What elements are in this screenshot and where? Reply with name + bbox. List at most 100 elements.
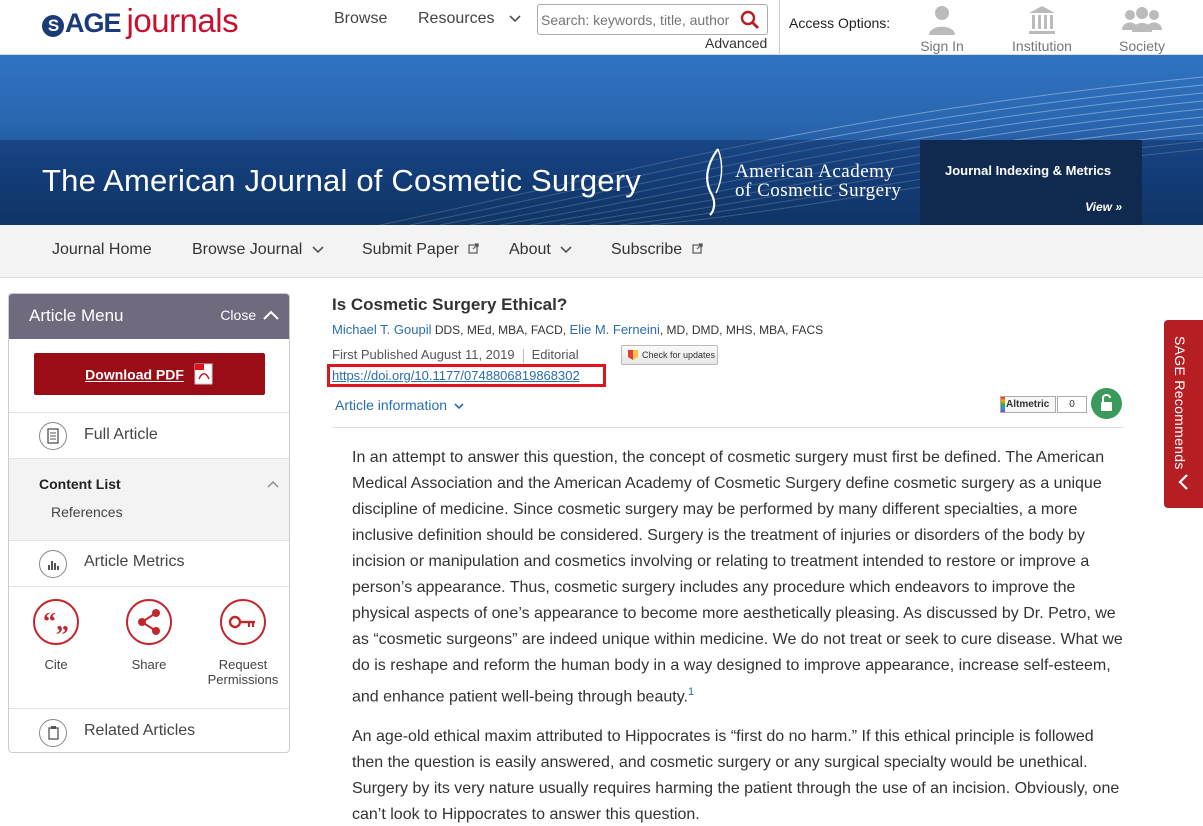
crossmark-icon [628,350,638,360]
journal-banner: The American Journal of Cosmetic Surgery… [0,55,1203,225]
institution-button[interactable]: Institution [1007,4,1077,54]
menu-article-metrics[interactable]: Article Metrics [9,540,289,586]
article-body: In an attempt to answer this question, t… [352,445,1124,826]
chevron-down-icon [509,10,521,28]
share-icon [126,599,172,645]
altmetric-badge[interactable]: Altmetric [1000,396,1056,413]
download-pdf-button[interactable]: Download PDF [34,353,265,395]
aacs-flame-icon [706,148,723,216]
nav-submit-paper-label: Submit Paper [362,241,459,259]
chevron-left-icon [1176,473,1190,496]
article-actions: “„ Cite Share Request Permissions [9,586,289,708]
request-permissions-line1: Request [218,657,268,672]
journal-title[interactable]: The American Journal of Cosmetic Surgery [42,163,641,199]
access-options-label: Access Options: [789,15,891,31]
request-permissions-label: Request Permissions [198,657,288,687]
nav-resources[interactable]: Resources [418,10,521,28]
sage-recommends-tab[interactable]: SAGE Recommends [1164,320,1203,508]
sign-in-label: Sign In [920,38,964,54]
institution-icon [1029,6,1055,34]
divider [522,348,524,363]
aacs-logo-line2: of Cosmetic Surgery [735,180,902,201]
nav-browse-journal[interactable]: Browse Journal [192,241,324,259]
search-icon[interactable] [740,10,760,30]
menu-full-article[interactable]: Full Article [9,412,289,458]
sage-s-mark: S [42,15,64,37]
user-icon [929,6,955,35]
sign-in-button[interactable]: Sign In [914,4,970,54]
open-access-icon [1091,388,1122,419]
chevron-down-icon [312,241,324,259]
article-title: Is Cosmetic Surgery Ethical? [332,295,568,314]
quote-icon: “„ [33,599,79,645]
sage-journals-logo[interactable]: S AGE journals [42,2,239,42]
request-permissions-line2: Permissions [207,672,279,687]
check-for-updates-button[interactable]: Check for updates [621,345,718,365]
article-information-label: Article information [335,397,448,413]
nav-submit-paper[interactable]: Submit Paper [362,241,479,259]
check-for-updates-label: Check for updates [642,350,716,360]
content-list: Content List References [9,458,289,540]
search-input[interactable] [538,5,733,34]
author-link[interactable]: Elie M. Ferneini [570,322,660,337]
article-menu-title: Article Menu [29,306,124,325]
sage-logo-text: S AGE [42,8,122,39]
publication-info: First Published August 11, 2019 Editorial [332,347,579,363]
search-box [537,4,768,35]
cite-button[interactable]: “„ Cite [11,599,101,672]
related-articles-icon [39,719,67,747]
nav-subscribe[interactable]: Subscribe [611,241,703,259]
document-icon [39,422,67,450]
chevron-up-icon [263,310,279,320]
author-credentials: , MD, DMD, MHS, MBA, FACS [659,323,824,337]
content-list-title[interactable]: Content List [39,476,121,492]
article-paragraph: An age-old ethical maxim attributed to H… [352,728,1120,824]
first-published-date: First Published August 11, 2019 [332,347,515,362]
sage-brand-label: AGE [65,8,122,38]
share-label: Share [131,657,167,672]
nav-journal-home[interactable]: Journal Home [52,241,152,259]
advanced-search-link[interactable]: Advanced [705,35,767,51]
journals-logo-text: journals [126,2,239,39]
nav-resources-label: Resources [418,10,495,27]
menu-related-articles[interactable]: Related Articles [9,708,289,752]
top-bar: SAGE journals Browse Resources Advanced … [0,0,1203,55]
key-icon [220,599,266,645]
institution-label: Institution [1012,38,1072,54]
article-information-toggle[interactable]: Article information [335,397,464,413]
nav-browse[interactable]: Browse [334,10,387,28]
sage-recommends-label: SAGE Recommends [1172,336,1188,470]
article-metrics-label: Article Metrics [84,553,185,570]
reference-link[interactable]: 1 [688,686,694,698]
external-link-icon [468,241,479,259]
society-button[interactable]: Society [1112,4,1172,54]
request-permissions-button[interactable]: Request Permissions [198,599,288,687]
society-icon [1122,7,1162,32]
svg-text:“„: “„ [43,607,69,636]
bar-chart-icon [39,550,67,578]
chevron-up-icon[interactable] [267,475,279,493]
cite-label: Cite [44,657,68,672]
download-pdf-label: Download PDF [85,366,184,383]
article-paragraph-text: In an attempt to answer this question, t… [352,449,1123,706]
altmetric-label: Altmetric [1006,399,1050,410]
metrics-view-link[interactable]: View » [1085,200,1122,214]
author-link[interactable]: Michael T. Goupil [332,322,431,337]
share-button[interactable]: Share [104,599,194,672]
article-paragraph: In an attempt to answer this question, t… [352,445,1124,710]
nav-about[interactable]: About [509,241,572,259]
author-credentials: DDS, MEd, MBA, FACD, [434,323,567,337]
article-menu-header: Article Menu Close [9,294,289,339]
article-type: Editorial [531,347,579,362]
metrics-title: Journal Indexing & Metrics [945,163,1112,178]
altmetric-donut-icon [1001,397,1005,412]
related-articles-label: Related Articles [84,722,196,739]
content-list-references-link[interactable]: References [51,504,123,520]
aacs-logo[interactable]: American Academy of Cosmetic Surgery [700,147,915,217]
full-article-label: Full Article [84,426,158,443]
article-menu-close-button[interactable]: Close [220,307,279,323]
altmetric-score[interactable]: 0 [1057,396,1087,413]
doi-link[interactable]: https://doi.org/10.1177/0748806819868302 [332,368,580,383]
journal-indexing-metrics-box[interactable]: Journal Indexing & Metrics View » [920,140,1142,225]
close-label: Close [220,307,257,323]
